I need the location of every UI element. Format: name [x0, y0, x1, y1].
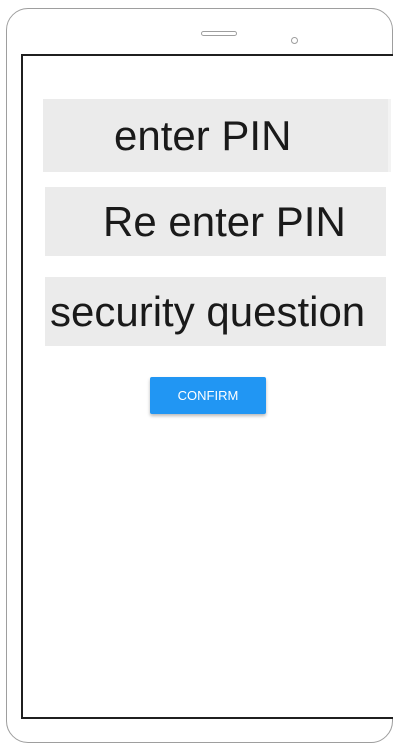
re-enter-pin-field[interactable]: Re enter PIN	[45, 187, 386, 256]
front-camera-icon	[291, 37, 298, 44]
app-screen: enter PIN Re enter PIN security question…	[21, 54, 393, 719]
phone-frame: enter PIN Re enter PIN security question…	[6, 8, 393, 743]
confirm-button[interactable]: CONFIRM	[150, 377, 266, 414]
speaker-slot-icon	[201, 31, 237, 36]
security-question-field[interactable]: security question	[45, 277, 386, 346]
enter-pin-field[interactable]: enter PIN	[43, 99, 388, 172]
